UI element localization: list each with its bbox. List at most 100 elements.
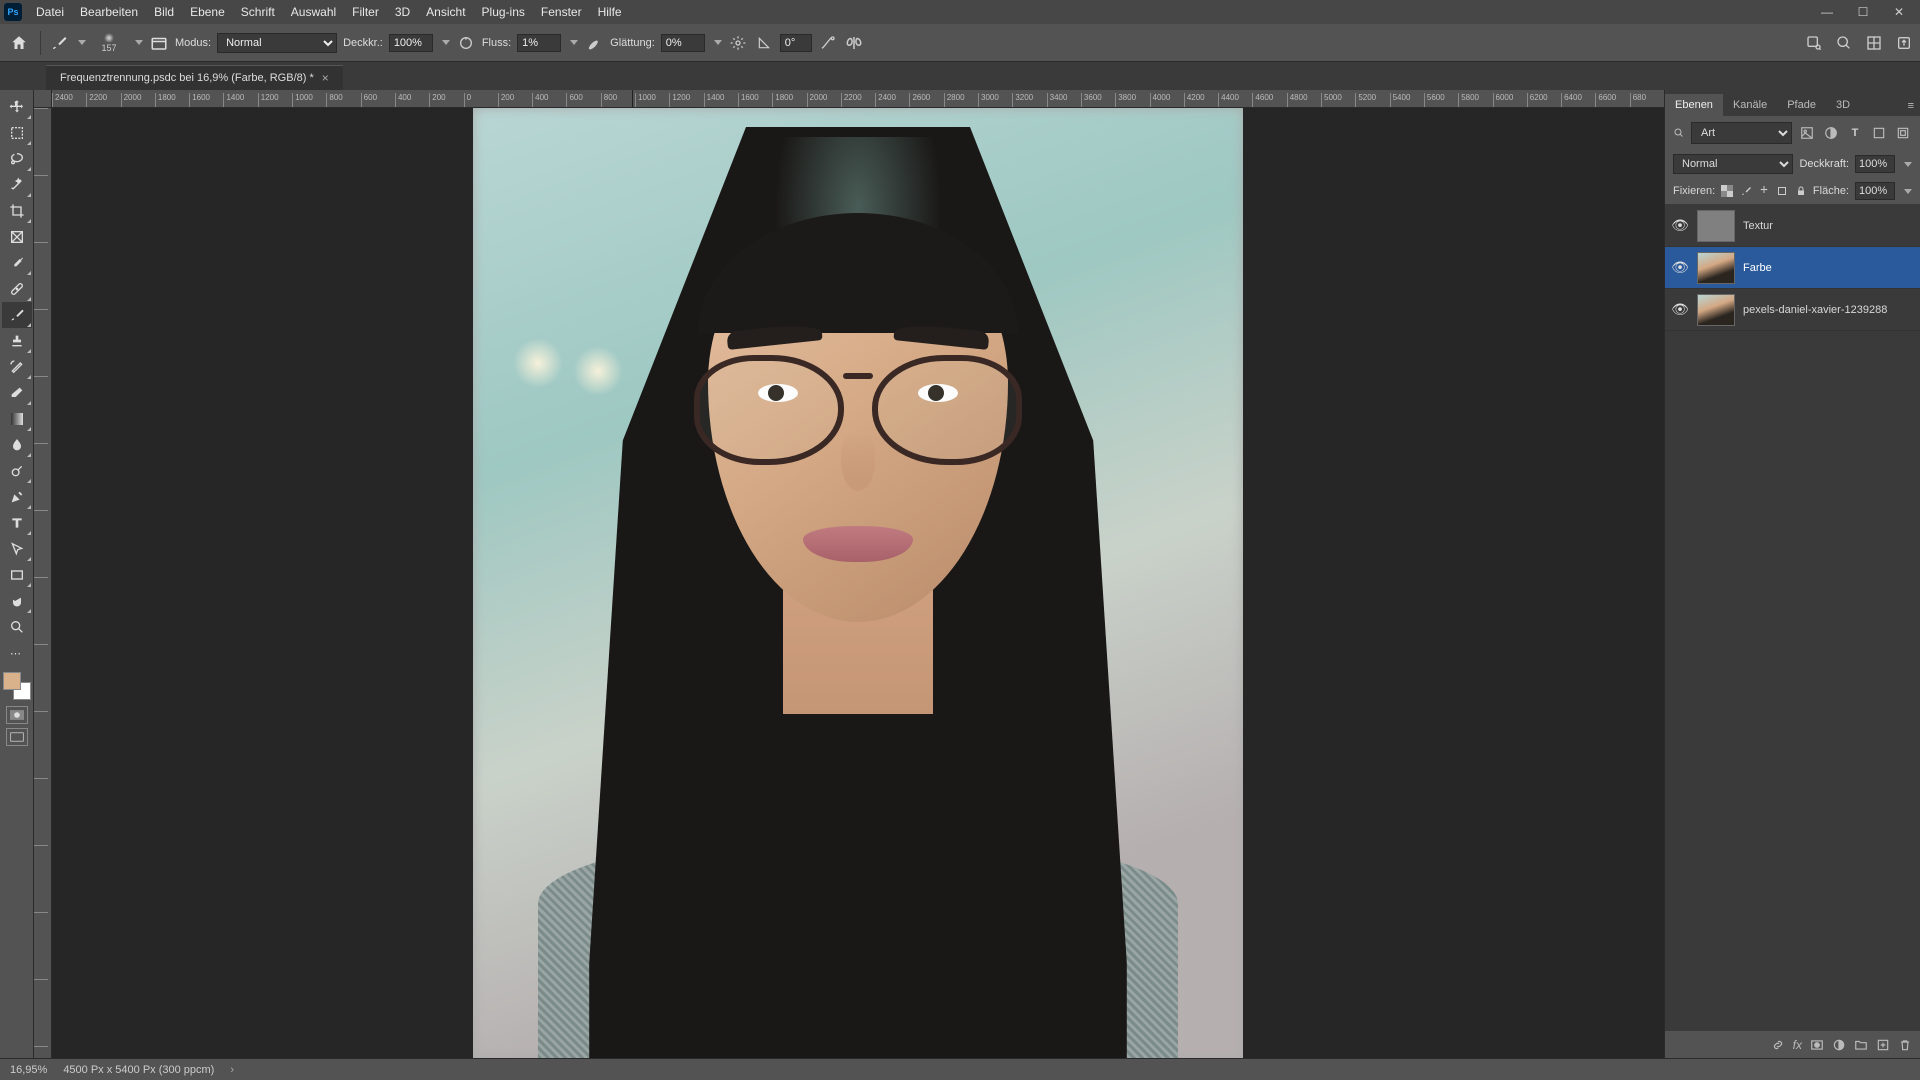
menu-3d[interactable]: 3D [387,2,418,22]
eraser-tool[interactable] [2,380,32,406]
path-select-tool[interactable] [2,536,32,562]
foreground-color-swatch[interactable] [3,672,21,690]
new-layer-button[interactable] [1876,1038,1890,1052]
layer-row[interactable]: 👁 pexels-daniel-xavier-1239288 [1665,289,1920,331]
layer-row[interactable]: 👁 Farbe [1665,247,1920,289]
pen-tool[interactable] [2,484,32,510]
menu-ebene[interactable]: Ebene [182,2,233,22]
layer-visibility-toggle[interactable]: 👁 [1671,301,1689,318]
tab-3d[interactable]: 3D [1826,94,1860,116]
crop-tool[interactable] [2,198,32,224]
filter-adjust-button[interactable] [1822,124,1840,142]
canvas-image[interactable] [473,108,1243,1058]
tab-ebenen[interactable]: Ebenen [1665,94,1723,116]
layer-name-label[interactable]: pexels-daniel-xavier-1239288 [1743,304,1887,316]
ruler-horizontal[interactable]: 2400220020001800160014001200100080060040… [34,90,1664,108]
window-close-button[interactable]: ✕ [1882,2,1916,22]
opacity-dropdown[interactable] [442,40,450,45]
history-brush-tool[interactable] [2,354,32,380]
delete-layer-button[interactable] [1898,1038,1912,1052]
frame-tool[interactable] [2,224,32,250]
tab-pfade[interactable]: Pfade [1777,94,1826,116]
menu-bearbeiten[interactable]: Bearbeiten [72,2,146,22]
status-docinfo[interactable]: 4500 Px x 5400 Px (300 ppcm) [63,1064,214,1076]
brush-tool[interactable] [2,302,32,328]
angle-input[interactable] [780,34,812,52]
stamp-tool[interactable] [2,328,32,354]
ruler-origin[interactable] [34,90,52,108]
menu-schrift[interactable]: Schrift [233,2,283,22]
lasso-tool[interactable] [2,146,32,172]
menu-hilfe[interactable]: Hilfe [590,2,630,22]
brush-preset-picker[interactable]: 157 [92,28,126,58]
quick-select-tool[interactable] [2,172,32,198]
window-minimize-button[interactable]: — [1810,2,1844,22]
marquee-tool[interactable] [2,120,32,146]
layer-visibility-toggle[interactable]: 👁 [1671,217,1689,234]
cc-search-button[interactable] [1804,33,1824,53]
airbrush-toggle[interactable] [584,33,604,53]
lock-artboard-button[interactable] [1776,183,1788,199]
edit-toolbar-button[interactable]: ⋯ [2,640,32,666]
lock-all-button[interactable] [1795,183,1807,199]
layer-name-label[interactable]: Farbe [1743,262,1772,274]
flow-input[interactable] [517,34,561,52]
filter-pixel-button[interactable] [1798,124,1816,142]
screen-mode-button[interactable] [6,728,28,746]
tab-kanaele[interactable]: Kanäle [1723,94,1777,116]
lock-position-button[interactable] [1758,183,1770,199]
brush-tool-indicator[interactable] [49,33,69,53]
gradient-tool[interactable] [2,406,32,432]
brush-panel-toggle[interactable] [149,33,169,53]
move-tool[interactable] [2,94,32,120]
dodge-tool[interactable] [2,458,32,484]
layer-mask-button[interactable] [1810,1038,1824,1052]
smoothing-input[interactable] [661,34,705,52]
layer-thumbnail[interactable] [1697,252,1735,284]
menu-plugins[interactable]: Plug-ins [474,2,533,22]
layer-blend-mode[interactable]: Normal [1673,154,1793,174]
lock-pixels-button[interactable] [1740,183,1752,199]
layer-style-button[interactable]: fx [1793,1038,1802,1052]
filter-type-button[interactable]: T [1846,124,1864,142]
blur-tool[interactable] [2,432,32,458]
ruler-vertical[interactable] [34,108,52,1058]
menu-filter[interactable]: Filter [344,2,387,22]
share-button[interactable] [1894,33,1914,53]
layer-thumbnail[interactable] [1697,210,1735,242]
flow-dropdown[interactable] [570,40,578,45]
frame-layout-button[interactable] [1864,33,1884,53]
filter-smart-button[interactable] [1894,124,1912,142]
zoom-tool[interactable] [2,614,32,640]
panel-menu-button[interactable]: ≡ [1902,96,1920,116]
menu-datei[interactable]: Datei [28,2,72,22]
layer-opacity-input[interactable] [1855,155,1895,173]
link-layers-button[interactable] [1771,1038,1785,1052]
layer-visibility-toggle[interactable]: 👁 [1671,259,1689,276]
menu-auswahl[interactable]: Auswahl [283,2,344,22]
hand-tool[interactable] [2,588,32,614]
eyedropper-tool[interactable] [2,250,32,276]
document-tab[interactable]: Frequenztrennung.psdc bei 16,9% (Farbe, … [46,65,343,90]
layer-row[interactable]: 👁 Textur [1665,205,1920,247]
quick-mask-toggle[interactable] [6,706,28,724]
symmetry-toggle[interactable] [844,33,864,53]
layers-list[interactable]: 👁 Textur 👁 Farbe 👁 pexels-daniel-xavier-12392… [1665,205,1920,1030]
layer-name-label[interactable]: Textur [1743,220,1773,232]
smoothing-dropdown[interactable] [714,40,722,45]
brush-preset-dropdown[interactable] [135,40,143,45]
search-button[interactable] [1834,33,1854,53]
fill-input[interactable] [1855,182,1895,200]
lock-transparency-button[interactable] [1721,183,1733,199]
document-tab-close[interactable]: × [322,71,329,85]
canvas-viewport[interactable] [52,108,1664,1058]
adjustment-layer-button[interactable] [1832,1038,1846,1052]
fill-dropdown[interactable] [1904,189,1912,194]
layer-filter-type[interactable]: Art [1691,122,1792,144]
color-swatches[interactable] [3,672,31,700]
opacity-pressure-toggle[interactable] [456,33,476,53]
menu-ansicht[interactable]: Ansicht [418,2,473,22]
status-info-dropdown[interactable]: › [230,1064,234,1076]
blend-mode-select[interactable]: Normal [217,33,337,53]
menu-bild[interactable]: Bild [146,2,182,22]
